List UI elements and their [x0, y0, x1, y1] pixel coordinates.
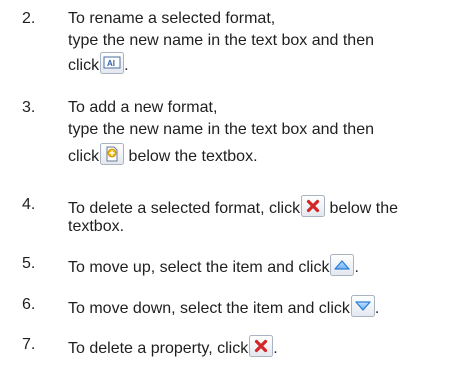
step-line: type the new name in the text box and th… [68, 121, 374, 138]
step-line: click AI . [68, 52, 458, 78]
step-line: To move up, select the item and click . [68, 254, 458, 276]
step-text: To move up, select the item and click . [68, 254, 458, 276]
step-text-fragment: To delete a property, click [68, 340, 249, 357]
svg-text:AI: AI [107, 59, 115, 68]
step-line: click below the textbox. [68, 143, 458, 169]
step-line: To add a new format, [68, 99, 218, 116]
move-down-icon [350, 295, 375, 317]
delete-icon [301, 195, 326, 217]
step-text-fragment: . [354, 259, 359, 276]
step-line: type the new name in the text box and th… [68, 32, 374, 49]
step-text-fragment: To move up, select the item and click [68, 259, 330, 276]
step-number: 5. [22, 255, 36, 272]
delete-icon [249, 335, 274, 357]
step-text-fragment: below the [325, 200, 399, 217]
step-text: To delete a property, click . [68, 335, 458, 357]
step-line: To delete a selected format, click below… [68, 195, 458, 217]
step-line: To rename a selected format, [68, 10, 276, 27]
step-line: To move down, select the item and click [68, 295, 458, 317]
step-text: To add a new format, type the new name i… [68, 98, 458, 169]
step-text-fragment: below the textbox. [124, 148, 258, 165]
step-number: 7. [22, 336, 36, 353]
step-line: To delete a property, click . [68, 335, 458, 357]
step-text-fragment: click [68, 148, 100, 165]
step-number: 3. [22, 99, 36, 116]
add-format-icon [100, 143, 125, 165]
step-number: 4. [22, 196, 36, 213]
step-number: 2. [22, 10, 36, 27]
step-number: 6. [22, 296, 36, 313]
move-up-icon [330, 254, 355, 276]
step-text-fragment: To delete a selected format, click [68, 200, 301, 217]
step-text: To rename a selected format, type the ne… [68, 9, 458, 78]
step-line: textbox. [68, 218, 125, 235]
rename-format-icon: AI [100, 52, 125, 74]
step-text-fragment: click [68, 57, 100, 74]
step-text: To move down, select the item and click [68, 295, 458, 317]
step-text-fragment: . [273, 340, 278, 357]
step-text-fragment: . [374, 300, 380, 317]
step-text-fragment: . [124, 57, 129, 74]
step-text-fragment: To move down, select the item and click [68, 300, 350, 317]
step-text: To delete a selected format, click below… [68, 195, 458, 236]
